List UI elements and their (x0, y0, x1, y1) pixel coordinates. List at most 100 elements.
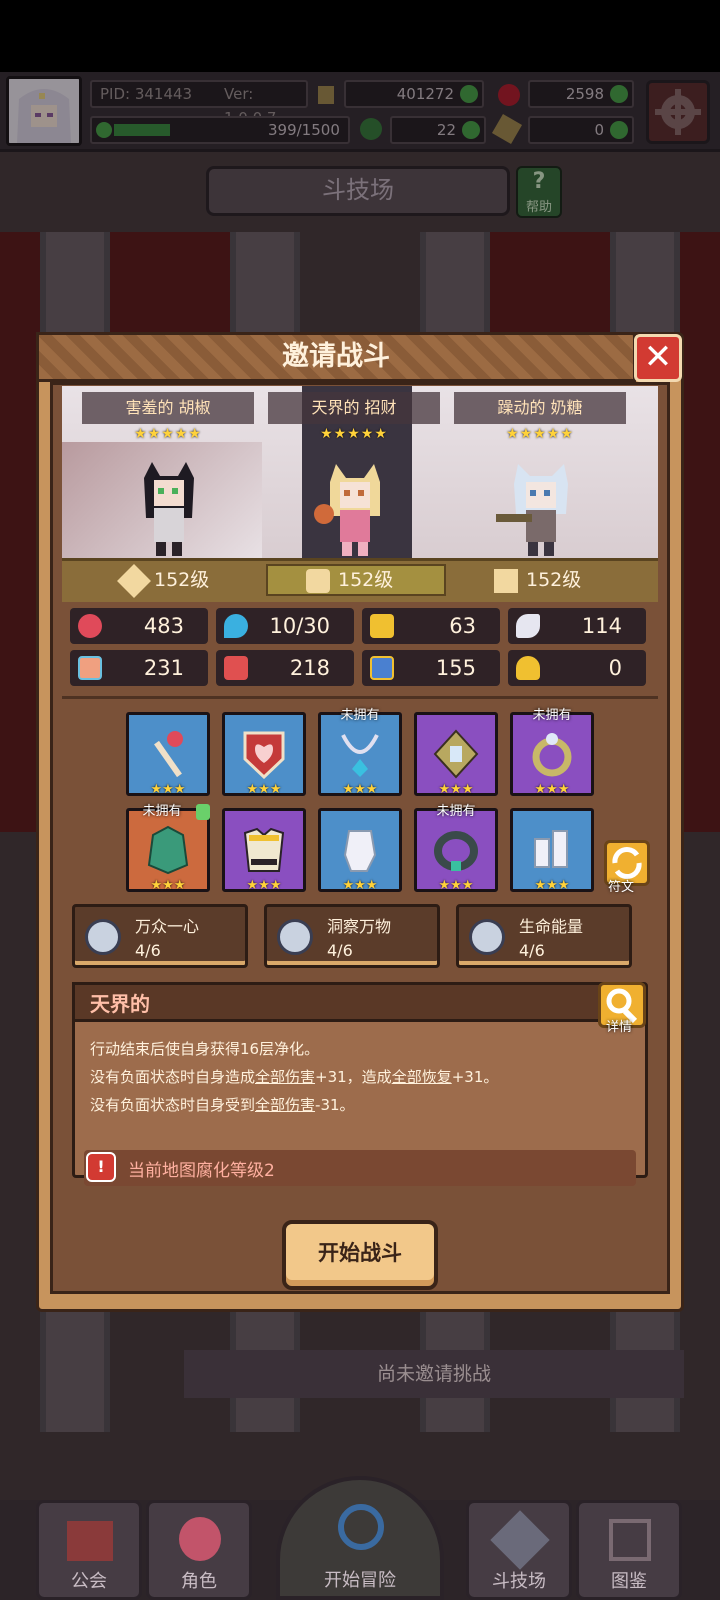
set-name: 生命能量 (519, 917, 584, 936)
set-bonus-1[interactable]: 万众一心 4/6 (72, 904, 248, 968)
close-button[interactable]: ✕ (634, 334, 682, 382)
stat-luck-value: 0 (608, 656, 622, 680)
crystal-armor-icon (147, 825, 189, 875)
boot-icon (370, 656, 394, 680)
close-icon: ✕ (643, 337, 673, 377)
set-count: 4/6 (519, 941, 545, 960)
set-count: 4/6 (327, 941, 353, 960)
hero-3-stars: ★★★★★ (506, 426, 574, 442)
rune-label: 符文 (608, 880, 635, 895)
start-battle-button[interactable]: 开始战斗 (282, 1220, 438, 1290)
all-damage-link[interactable]: 全部伤害 (255, 1068, 315, 1086)
hero-3-level: 152级 (494, 564, 581, 596)
hero-3-sprite[interactable] (496, 458, 586, 558)
hero-1-stars: ★★★★★ (134, 426, 202, 442)
stat-attack: 231 (70, 650, 208, 686)
equip-stars: ★★★ (342, 878, 378, 893)
equip-stars: ★★★ (438, 878, 474, 893)
trait-header (72, 982, 602, 1022)
heart-icon (78, 614, 102, 638)
staff-icon (154, 731, 183, 778)
fist-icon (78, 656, 102, 680)
all-heal-link[interactable]: 全部恢复 (392, 1068, 452, 1086)
stat-attack-value: 231 (143, 656, 184, 680)
hero-2-level: 152级 (306, 564, 393, 596)
trait-line-3: 没有负面状态时自身受到全部伤害-31。 (90, 1096, 355, 1114)
nav-label: 公会 (71, 1571, 107, 1592)
stat-mana: 10/30 (216, 608, 354, 644)
magnifier-icon (338, 1504, 384, 1550)
hero-1-sprite[interactable] (124, 458, 214, 558)
nav-codex[interactable]: 图鉴 (576, 1500, 682, 1600)
nav-character[interactable]: 角色 (146, 1500, 252, 1600)
equip-stars: ★★★ (534, 878, 570, 893)
shield-face-icon (306, 568, 330, 593)
hero-2-stars: ★★★★★ (320, 426, 388, 442)
upgrade-thumb-icon (196, 804, 210, 820)
set-name: 万众一心 (135, 917, 200, 936)
shield-icon (370, 614, 394, 638)
equip-stars: ★★★ (534, 782, 570, 797)
equip-stars: ★★★ (438, 782, 474, 797)
stat-agility: 155 (362, 650, 500, 686)
equip-stars: ★★★ (342, 782, 378, 797)
stat-defense-value: 63 (449, 614, 476, 638)
equip-stars: ★★★ (150, 878, 186, 893)
chest-armor-icon (243, 827, 285, 872)
stat-magic-value: 218 (289, 656, 330, 680)
set-bonus-2[interactable]: 洞察万物 4/6 (264, 904, 440, 968)
set-bonus-3[interactable]: 生命能量 4/6 (456, 904, 632, 968)
stat-speed: 114 (508, 608, 646, 644)
ring-icon (532, 733, 572, 777)
spellbook-icon (224, 656, 248, 680)
gauntlet-icon (343, 830, 377, 872)
hero-2-level-value: 152级 (338, 569, 394, 591)
character-icon (179, 1517, 221, 1561)
nav-label: 开始冒险 (324, 1570, 396, 1591)
hero-3-name: 躁动的 奶糖 (454, 392, 626, 424)
section-divider (62, 696, 658, 699)
hero-1-level: 152级 (117, 563, 210, 598)
details-label: 详情 (606, 1020, 633, 1035)
trait-line-1: 行动结束后使自身获得16层净化。 (90, 1040, 320, 1058)
stat-hp: 483 (70, 608, 208, 644)
horseshoe-icon (516, 656, 540, 680)
hero-2-sprite[interactable] (310, 458, 400, 558)
stat-mana-value: 10/30 (269, 614, 330, 638)
bow-icon (494, 568, 518, 593)
corruption-warning-text: 当前地图腐化等级2 (128, 1161, 275, 1181)
mana-drop-icon (224, 614, 248, 638)
set-count: 4/6 (135, 941, 161, 960)
nav-label: 斗技场 (492, 1571, 546, 1592)
not-owned-badge: 未拥有 (436, 804, 476, 819)
equip-stars: ★★★ (246, 782, 282, 797)
team-stage: 害羞的 胡椒 ★★★★★ 天界的 招财 ★★★★★ 躁动的 奶糖 ★★★★★ (62, 386, 658, 564)
wing-icon (516, 614, 540, 638)
alert-icon: ! (86, 1152, 116, 1182)
nav-guild[interactable]: 公会 (36, 1500, 142, 1600)
guild-icon (67, 1521, 113, 1561)
all-damage-link[interactable]: 全部伤害 (255, 1096, 315, 1114)
stat-speed-value: 114 (581, 614, 622, 638)
set-emblem-icon (469, 919, 505, 955)
nav-label: 角色 (181, 1571, 217, 1592)
heart-shield-icon (243, 731, 285, 779)
stat-defense: 63 (362, 608, 500, 644)
trait-line-2: 没有负面状态时自身造成全部伤害+31，造成全部恢复+31。 (90, 1068, 499, 1086)
hero-1-name: 害羞的 胡椒 (82, 392, 254, 424)
trait-title: 天界的 (90, 992, 150, 1016)
stat-luck: 0 (508, 650, 646, 686)
nav-label: 图鉴 (611, 1571, 647, 1592)
not-owned-badge: 未拥有 (142, 804, 182, 819)
crossed-swords-icon (490, 1510, 550, 1570)
not-owned-badge: 未拥有 (340, 708, 380, 723)
set-name: 洞察万物 (327, 917, 392, 936)
set-emblem-icon (277, 919, 313, 955)
dialog-title: 邀请战斗 (36, 332, 636, 382)
no-challenge-text: 尚未邀请挑战 (184, 1350, 684, 1398)
hero-1-level-value: 152级 (154, 569, 210, 591)
hero-3-level-value: 152级 (526, 569, 582, 591)
nav-arena[interactable]: 斗技场 (466, 1500, 572, 1600)
stat-agility-value: 155 (435, 656, 476, 680)
necklace-icon (341, 734, 379, 777)
